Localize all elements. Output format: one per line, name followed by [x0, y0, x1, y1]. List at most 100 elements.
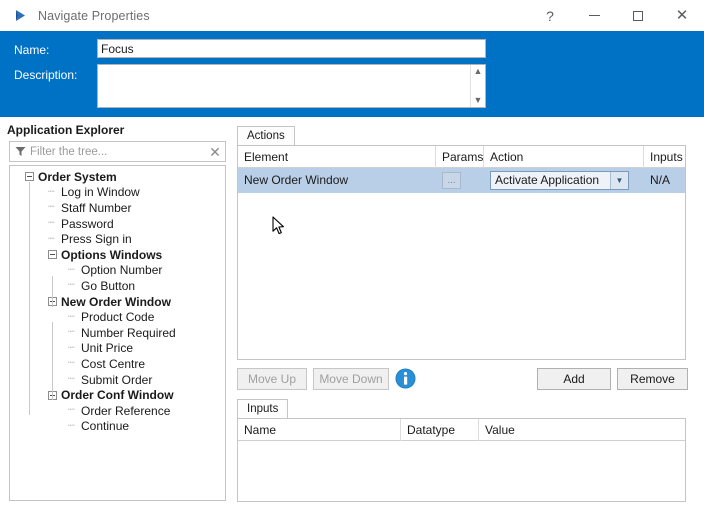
action-dropdown[interactable]: Activate Application ▼	[490, 171, 629, 190]
close-icon: ✕	[675, 7, 689, 24]
tree-node-list: Order System ┈ Log in Window ┈ Staff Number ┈…	[10, 166, 225, 434]
actions-tabstrip: Actions	[237, 126, 295, 145]
filter-box: ✕	[9, 141, 226, 162]
chevron-down-icon: ▼	[610, 172, 628, 189]
column-header-action[interactable]: Action	[484, 146, 644, 168]
move-down-button[interactable]: Move Down	[313, 368, 389, 390]
collapse-toggle-icon[interactable]	[48, 250, 57, 260]
application-tree-panel[interactable]: Order System ┈ Log in Window ┈ Staff Number ┈…	[9, 165, 226, 501]
cell-action: Activate Application ▼	[484, 168, 644, 193]
tree-node-label: New Order Window	[61, 294, 171, 309]
tree-guide-line	[52, 276, 53, 307]
name-input[interactable]	[97, 39, 486, 58]
tree-node-unit-price[interactable]: ┈ Unit Price	[10, 341, 225, 357]
tree-connector-icon: ┈	[68, 357, 75, 370]
tree-node-label: Continue	[81, 419, 130, 434]
maximize-button[interactable]	[616, 0, 660, 31]
window-title: Navigate Properties	[38, 8, 150, 23]
column-header-name[interactable]: Name	[238, 419, 401, 441]
minimize-icon	[588, 15, 600, 16]
tree-connector-icon: ┈	[48, 201, 55, 214]
tree-connector-icon: ┈	[68, 404, 75, 417]
tree-node-cost-centre[interactable]: ┈ Cost Centre	[10, 356, 225, 372]
tree-node-label: Staff Number	[61, 200, 132, 215]
scroll-down-icon[interactable]: ▼	[474, 96, 483, 105]
cell-params: ...	[436, 168, 484, 193]
column-header-datatype[interactable]: Datatype	[401, 419, 479, 441]
remove-button[interactable]: Remove	[617, 368, 688, 390]
add-button[interactable]: Add	[537, 368, 611, 390]
tree-connector-icon: ┈	[48, 232, 55, 245]
tree-node-label: Option Number	[81, 263, 163, 278]
title-bar: Navigate Properties ? ✕	[0, 0, 704, 31]
column-header-element[interactable]: Element	[238, 146, 436, 168]
params-ellipsis-button[interactable]: ...	[442, 172, 461, 189]
tree-connector-icon: ┈	[68, 279, 75, 292]
tree-node-press-sign-in[interactable]: ┈ Press Sign in	[10, 231, 225, 247]
move-up-button[interactable]: Move Up	[237, 368, 307, 390]
tree-node-option-number[interactable]: ┈ Option Number	[10, 263, 225, 279]
tree-node-log-in-window[interactable]: ┈ Log in Window	[10, 185, 225, 201]
tree-connector-icon: ┈	[68, 341, 75, 354]
tree-node-label: Order Reference	[81, 403, 171, 418]
action-dropdown-value: Activate Application	[495, 173, 600, 187]
tree-connector-icon: ┈	[68, 326, 75, 339]
tree-node-label: Product Code	[81, 310, 155, 325]
column-header-inputs-supplied[interactable]: Inputs S..	[644, 146, 685, 168]
tree-node-label: Order System	[38, 169, 117, 184]
tree-node-label: Options Windows	[61, 247, 163, 262]
table-row[interactable]: New Order Window ... Activate Applicatio…	[238, 168, 685, 193]
tree-node-staff-number[interactable]: ┈ Staff Number	[10, 200, 225, 216]
tree-connector-icon: ┈	[48, 217, 55, 230]
tree-connector-icon: ┈	[68, 419, 75, 432]
tab-actions[interactable]: Actions	[237, 126, 295, 145]
description-input[interactable]	[98, 65, 470, 107]
filter-input[interactable]	[26, 145, 205, 158]
minimize-button[interactable]	[572, 0, 616, 31]
help-button[interactable]: ?	[528, 0, 572, 31]
tree-node-label: Press Sign in	[61, 232, 132, 247]
actions-grid[interactable]: Element Params Action Inputs S.. New Ord…	[237, 145, 686, 360]
tree-node-order-conf-window[interactable]: Order Conf Window	[10, 387, 225, 403]
tree-node-number-required[interactable]: ┈ Number Required	[10, 325, 225, 341]
tree-node-label: Unit Price	[81, 341, 134, 356]
maximize-icon	[633, 10, 643, 21]
name-label: Name:	[14, 43, 50, 57]
tree-node-label: Log in Window	[61, 185, 140, 200]
tree-node-continue[interactable]: ┈ Continue	[10, 419, 225, 435]
column-header-params[interactable]: Params	[436, 146, 484, 168]
tree-node-label: Go Button	[81, 278, 136, 293]
tree-node-new-order-window[interactable]: New Order Window	[10, 294, 225, 310]
tree-node-options-windows[interactable]: Options Windows	[10, 247, 225, 263]
tree-connector-icon: ┈	[48, 185, 55, 198]
properties-header-panel: Name: Description: ▲ ▼	[0, 31, 704, 117]
tree-node-order-reference[interactable]: ┈ Order Reference	[10, 403, 225, 419]
close-button[interactable]: ✕	[660, 0, 704, 31]
inputs-grid[interactable]: Name Datatype Value	[237, 418, 686, 502]
application-explorer-title: Application Explorer	[7, 123, 125, 137]
description-label: Description:	[14, 68, 78, 82]
tree-connector-icon: ┈	[68, 263, 75, 276]
clear-filter-icon[interactable]: ✕	[205, 145, 225, 159]
info-icon[interactable]	[395, 368, 416, 389]
tree-node-submit-order[interactable]: ┈ Submit Order	[10, 372, 225, 388]
tree-node-label: Cost Centre	[81, 356, 146, 371]
scroll-up-icon[interactable]: ▲	[474, 67, 483, 76]
tab-inputs[interactable]: Inputs	[237, 399, 289, 418]
tree-node-product-code[interactable]: ┈ Product Code	[10, 309, 225, 325]
tree-node-label: Order Conf Window	[61, 388, 174, 403]
description-scrollbar[interactable]: ▲ ▼	[470, 65, 485, 107]
tree-node-order-system[interactable]: Order System	[10, 169, 225, 185]
column-header-value[interactable]: Value	[479, 419, 685, 441]
inputs-grid-header: Name Datatype Value	[238, 419, 685, 441]
tree-node-label: Number Required	[81, 325, 176, 340]
collapse-toggle-icon[interactable]	[25, 172, 34, 182]
tree-node-password[interactable]: ┈ Password	[10, 216, 225, 232]
window-controls: ? ✕	[528, 0, 704, 31]
tree-guide-line	[29, 182, 30, 415]
cell-element: New Order Window	[244, 173, 349, 187]
tree-connector-icon: ┈	[68, 310, 75, 323]
funnel-icon	[15, 146, 26, 157]
tree-node-label: Password	[61, 216, 114, 231]
tree-node-go-button[interactable]: ┈ Go Button	[10, 278, 225, 294]
